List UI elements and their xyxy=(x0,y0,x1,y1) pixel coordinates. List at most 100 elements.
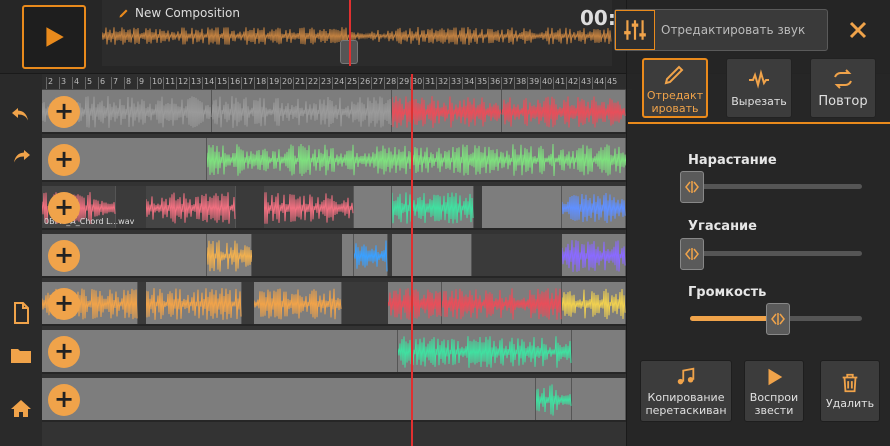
fade-in-label: Нарастание xyxy=(688,153,777,168)
ruler-tick: 19 xyxy=(267,77,279,89)
audio-clip[interactable] xyxy=(482,186,562,228)
ruler-tick: 5 xyxy=(85,77,92,89)
track-row[interactable]: + xyxy=(42,378,626,422)
open-folder-button[interactable] xyxy=(4,338,38,372)
trash-icon xyxy=(842,373,858,393)
clip-waveform xyxy=(561,240,626,272)
audio-clip[interactable] xyxy=(387,282,442,324)
playhead[interactable] xyxy=(411,74,413,446)
fade-out-label: Угасание xyxy=(688,219,757,234)
add-sound-button[interactable]: + xyxy=(48,384,80,416)
add-sound-button[interactable]: + xyxy=(48,240,80,272)
audio-clip[interactable] xyxy=(42,378,536,420)
audio-clip[interactable] xyxy=(206,138,626,180)
add-sound-button[interactable]: + xyxy=(48,288,80,320)
ruler-tick: 26 xyxy=(358,77,370,89)
timeline-ruler[interactable]: 2 3 4 5 6 7 8 9 10 11 12 13 14 15 16 17 18 19 20 21 22 23 24 25… xyxy=(42,74,632,90)
left-toolbar xyxy=(0,74,42,446)
audio-clip[interactable] xyxy=(391,186,474,228)
audio-clip[interactable] xyxy=(572,330,626,372)
ruler-tick: 35 xyxy=(475,77,487,89)
audio-clip[interactable] xyxy=(145,282,242,324)
edit-mode-button[interactable]: Отредакт ировать xyxy=(642,58,708,118)
ruler-tick: 33 xyxy=(449,77,461,89)
ruler-tick: 24 xyxy=(332,77,344,89)
panel-divider xyxy=(628,122,890,124)
audio-clip[interactable] xyxy=(145,186,236,228)
audio-clip[interactable] xyxy=(263,186,354,228)
audio-clip[interactable] xyxy=(561,234,626,276)
audio-clip[interactable] xyxy=(211,90,392,132)
audio-clip[interactable] xyxy=(535,378,572,420)
edit-sound-header: Отредактировать звук xyxy=(614,9,828,51)
audio-clip[interactable] xyxy=(42,330,398,372)
audio-clip[interactable] xyxy=(253,282,342,324)
close-button[interactable] xyxy=(848,20,868,40)
audio-clip[interactable] xyxy=(572,378,626,420)
track-row[interactable]: + xyxy=(42,138,626,182)
audio-clip[interactable] xyxy=(441,282,562,324)
ruler-tick: 12 xyxy=(176,77,188,89)
ruler-tick: 40 xyxy=(540,77,552,89)
fade-out-slider-track[interactable] xyxy=(690,251,862,256)
fade-in-slider-track[interactable] xyxy=(690,184,862,189)
redo-icon xyxy=(14,150,30,163)
ruler-tick: 18 xyxy=(254,77,266,89)
home-button[interactable] xyxy=(4,392,38,426)
audio-clip[interactable] xyxy=(561,186,626,228)
audio-clip[interactable] xyxy=(501,90,626,132)
ruler-tick: 32 xyxy=(436,77,448,89)
volume-fill xyxy=(690,316,776,321)
clip-waveform xyxy=(441,288,562,320)
pencil-icon xyxy=(119,9,128,18)
track-row[interactable]: + xyxy=(42,90,626,134)
new-file-button[interactable] xyxy=(4,296,38,330)
audio-clip[interactable] xyxy=(206,234,253,276)
copy-drag-button[interactable]: Копирование перетаскиван xyxy=(640,360,732,422)
track-row[interactable]: + xyxy=(42,282,626,326)
redo-button[interactable] xyxy=(4,140,38,174)
ruler-tick: 29 xyxy=(397,77,409,89)
volume-slider-handle[interactable] xyxy=(766,303,790,335)
ruler-tick: 36 xyxy=(488,77,500,89)
add-sound-button[interactable]: + xyxy=(48,96,80,128)
clip-waveform xyxy=(397,336,572,368)
track-row[interactable]: + xyxy=(42,234,626,278)
repeat-icon xyxy=(834,69,852,89)
ruler-tick: 4 xyxy=(72,77,79,89)
audio-clip[interactable] xyxy=(392,234,472,276)
ruler-tick: 22 xyxy=(306,77,318,89)
audio-clip[interactable] xyxy=(397,330,572,372)
track-row[interactable]: 0BPM_A_Chord L...wav + xyxy=(42,186,626,230)
audio-clip[interactable] xyxy=(391,90,502,132)
fade-in-slider-handle[interactable] xyxy=(680,171,704,203)
delete-button[interactable]: Удалить xyxy=(820,360,880,422)
composition-title[interactable]: New Composition xyxy=(118,6,240,20)
track-row[interactable]: + xyxy=(42,330,626,374)
ruler-tick: 44 xyxy=(592,77,604,89)
add-sound-button[interactable]: + xyxy=(48,336,80,368)
audio-clip[interactable] xyxy=(342,234,354,276)
add-sound-button[interactable]: + xyxy=(48,192,80,224)
audio-clip[interactable] xyxy=(353,234,388,276)
ruler-tick: 37 xyxy=(501,77,513,89)
add-sound-button[interactable]: + xyxy=(48,144,80,176)
ruler-tick: 39 xyxy=(527,77,539,89)
clip-waveform xyxy=(263,192,354,224)
fade-out-slider-handle[interactable] xyxy=(680,238,704,270)
ruler-tick: 11 xyxy=(163,77,175,89)
repeat-mode-label: Повтор xyxy=(818,94,868,109)
ruler-tick: 6 xyxy=(98,77,105,89)
undo-button[interactable] xyxy=(4,98,38,132)
play-button[interactable] xyxy=(22,5,86,69)
clip-waveform xyxy=(391,192,474,224)
audio-clip[interactable] xyxy=(354,186,392,228)
ruler-tick: 43 xyxy=(579,77,591,89)
play-sound-button[interactable]: Воспрои звести xyxy=(744,360,804,422)
ruler-tick: 10 xyxy=(150,77,162,89)
repeat-mode-button[interactable]: Повтор xyxy=(810,58,876,118)
ruler-tick: 8 xyxy=(124,77,131,89)
pencil-icon xyxy=(664,65,684,84)
cut-mode-button[interactable]: Вырезать xyxy=(726,58,792,118)
audio-clip[interactable] xyxy=(561,282,626,324)
